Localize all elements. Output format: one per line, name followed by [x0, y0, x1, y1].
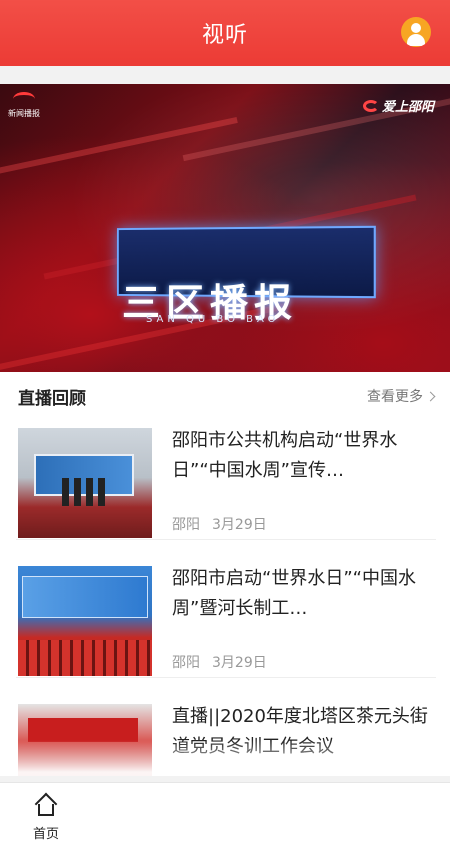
- tab-home-label: 首页: [32, 827, 59, 842]
- replay-list: 邵阳市公共机构启动“世界水日”“中国水周”宣传… 邵阳 3月29日 邵阳市启动“世…: [0, 416, 450, 776]
- item-source: 邵阳: [172, 655, 200, 671]
- section-title: 直播回顾: [18, 389, 86, 409]
- item-meta: 邵阳 3月29日: [172, 514, 267, 534]
- tab-home[interactable]: 首页: [24, 792, 68, 845]
- channel-logo-left-text: 新闻播报: [8, 109, 40, 118]
- item-source: 邵阳: [172, 517, 200, 533]
- item-meta: 邵阳 3月29日: [172, 652, 267, 672]
- item-thumbnail: [18, 428, 152, 538]
- item-date: 3月29日: [212, 517, 267, 533]
- logo-swirl-icon: [362, 99, 379, 112]
- list-item[interactable]: 邵阳市启动“世界水日”“中国水周”暨河长制工… 邵阳 3月29日: [16, 554, 436, 678]
- banner-video[interactable]: 新闻播报 爱上邵阳 三区播报 SAN QU BO BAO: [0, 84, 450, 372]
- bottom-tab-bar: 首页: [0, 782, 450, 850]
- channel-logo-right-text: 爱上邵阳: [381, 100, 434, 115]
- view-more-label: 查看更多: [367, 389, 423, 405]
- channel-logo-right: 爱上邵阳: [362, 96, 434, 115]
- user-avatar-icon[interactable]: [401, 17, 431, 47]
- item-thumbnail: [18, 566, 152, 676]
- channel-logo-left: 新闻播报: [8, 92, 40, 119]
- home-icon: [34, 792, 58, 817]
- chevron-right-icon: [425, 391, 436, 401]
- section-header: 直播回顾 查看更多: [0, 372, 450, 416]
- banner-subtitle: SAN QU BO BAO: [146, 314, 280, 325]
- item-title: 邵阳市公共机构启动“世界水日”“中国水周”宣传…: [172, 430, 398, 481]
- item-date: 3月29日: [212, 655, 267, 671]
- item-title: 邵阳市启动“世界水日”“中国水周”暨河长制工…: [172, 568, 416, 619]
- page-title: 视听: [201, 23, 248, 48]
- view-more-link[interactable]: 查看更多: [367, 386, 436, 406]
- app-header: 视听: [0, 0, 450, 66]
- list-item[interactable]: 邵阳市公共机构启动“世界水日”“中国水周”宣传… 邵阳 3月29日: [16, 416, 436, 540]
